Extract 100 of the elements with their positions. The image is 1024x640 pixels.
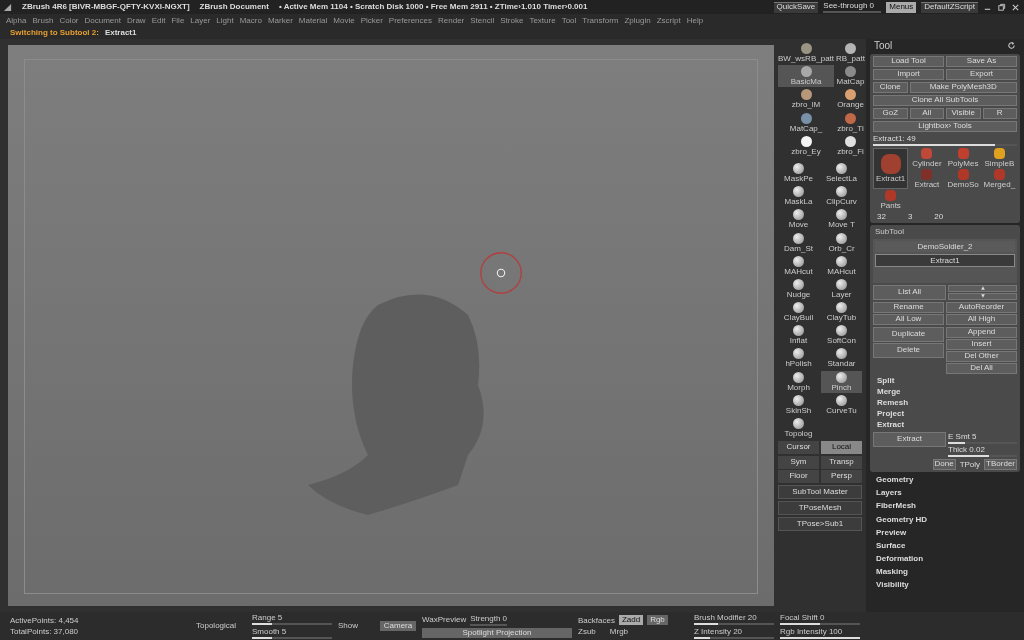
palette-button[interactable]: Export: [946, 68, 1017, 80]
menu-item[interactable]: Macro: [239, 15, 262, 26]
mesh-thumbnail[interactable]: Cylinder: [909, 147, 945, 168]
matcap-thumbnail[interactable]: BasicMa: [778, 65, 835, 88]
palette-button[interactable]: Make PolyMesh3D: [909, 81, 1017, 93]
sculpt-tool-thumbnail[interactable]: Morph: [778, 370, 819, 393]
subpalette-header[interactable]: Remesh: [873, 398, 1017, 408]
palette-button[interactable]: Import: [873, 68, 944, 80]
menus-toggle[interactable]: Menus: [886, 1, 917, 13]
subpalette-header[interactable]: Merge: [873, 386, 1017, 396]
subtool-item[interactable]: Extract1: [875, 253, 1015, 267]
rgb-button[interactable]: Rgb: [647, 615, 668, 626]
sculpt-tool-thumbnail[interactable]: Pinch: [821, 370, 862, 393]
sculpt-tool-thumbnail[interactable]: MaskLa: [778, 185, 819, 208]
subpalette-title[interactable]: Preview: [870, 526, 1020, 538]
subtool-side-button[interactable]: Del Other: [946, 350, 1017, 362]
slider-fill[interactable]: [694, 637, 710, 640]
sculpt-tool-thumbnail[interactable]: Inflat: [778, 324, 819, 347]
duplicate-button[interactable]: Duplicate: [873, 326, 944, 342]
sculpt-tool-thumbnail[interactable]: ClipCurv: [821, 185, 862, 208]
quicksave-button[interactable]: QuickSave: [773, 1, 819, 13]
matcap-thumbnail[interactable]: MatCap_: [778, 111, 835, 134]
subpalette-header[interactable]: Split: [873, 375, 1017, 385]
sculpt-tool-thumbnail[interactable]: Topolog: [778, 417, 819, 440]
menu-item[interactable]: Zplugin: [624, 15, 651, 26]
restore-icon[interactable]: [997, 2, 1006, 12]
subpalette-title[interactable]: Surface: [870, 539, 1020, 552]
e-smt-slider[interactable]: [948, 441, 966, 444]
sculpt-tool-thumbnail[interactable]: Standar: [821, 347, 862, 370]
subpalette-title[interactable]: Deformation: [870, 553, 1020, 565]
mesh-thumbnail[interactable]: SimpleB: [981, 147, 1017, 168]
palette-button[interactable]: GoZ: [873, 107, 908, 119]
subtool-action-button[interactable]: AutoReorder: [946, 301, 1017, 313]
shelf-button[interactable]: TPose>Sub1: [778, 517, 862, 532]
mesh-thumbnail[interactable]: PolyMes: [945, 147, 981, 168]
sculpt-tool-thumbnail[interactable]: Move: [778, 208, 819, 231]
menu-item[interactable]: Render: [438, 15, 465, 26]
view-button[interactable]: Floor: [778, 470, 819, 484]
menu-item[interactable]: Edit: [151, 15, 166, 26]
mesh-thumbnail[interactable]: Extract: [909, 168, 945, 190]
sculpt-tool-thumbnail[interactable]: MAHcut: [778, 254, 819, 277]
menu-item[interactable]: Stencil: [470, 15, 495, 26]
subpalette-header[interactable]: Extract: [873, 420, 1017, 430]
see-through-track[interactable]: [823, 11, 882, 14]
menu-item[interactable]: Stroke: [500, 15, 524, 26]
menu-item[interactable]: Color: [59, 15, 79, 26]
matcap-thumbnail[interactable]: BW_wsRB_patt: [778, 42, 835, 65]
menu-item[interactable]: Light: [216, 15, 234, 26]
palette-button[interactable]: Clone: [873, 81, 908, 93]
sculpt-tool-thumbnail[interactable]: SkinSh: [778, 393, 819, 416]
palette-button[interactable]: R: [982, 107, 1017, 119]
mesh-thumbnail[interactable]: Merged_: [981, 168, 1017, 190]
subpalette-title[interactable]: FiberMesh: [870, 500, 1020, 512]
sculpt-tool-thumbnail[interactable]: Nudge: [778, 277, 819, 301]
menu-item[interactable]: Movie: [333, 15, 355, 26]
matcap-thumbnail[interactable]: RB_patt: [836, 42, 865, 65]
menu-item[interactable]: Preferences: [388, 15, 432, 26]
menu-item[interactable]: File: [171, 15, 185, 26]
view-button[interactable]: Persp: [821, 470, 862, 484]
extract-button[interactable]: Extract: [873, 431, 946, 447]
sculpt-tool-thumbnail[interactable]: SelectLa: [821, 161, 862, 185]
menu-item[interactable]: Brush: [32, 15, 54, 26]
matcap-thumbnail[interactable]: zbro_Ey: [778, 134, 835, 157]
zadd-button[interactable]: Zadd: [618, 615, 644, 626]
mesh-thumbnail[interactable]: DemoSo: [945, 168, 981, 190]
sculpt-tool-thumbnail[interactable]: Dam_St: [778, 231, 819, 254]
palette-button[interactable]: Load Tool: [873, 55, 944, 67]
subpalette-title[interactable]: Masking: [870, 566, 1020, 578]
mrgb-button[interactable]: Mrgb: [609, 627, 629, 637]
subpalette-header[interactable]: Project: [873, 409, 1017, 419]
menu-item[interactable]: Help: [686, 15, 704, 26]
zsub-button[interactable]: Zsub: [578, 627, 596, 637]
sculpt-tool-thumbnail[interactable]: hPolish: [778, 347, 819, 370]
mesh-thumbnail[interactable]: Extract1: [873, 147, 909, 190]
sculpt-tool-thumbnail[interactable]: ClayTub: [821, 301, 862, 324]
spotlight-projection-button[interactable]: Spotlight Projection: [422, 628, 572, 639]
delete-button[interactable]: Delete: [873, 342, 944, 358]
view-button[interactable]: Transp: [821, 456, 862, 470]
subtool-item[interactable]: DemoSoldier_2: [875, 240, 1015, 252]
sculpt-tool-thumbnail[interactable]: Move T: [821, 208, 862, 231]
menu-item[interactable]: Document: [84, 15, 121, 26]
sculpt-tool-thumbnail[interactable]: ClayBuil: [778, 301, 819, 324]
sculpt-tool-thumbnail[interactable]: MAHcut: [821, 254, 862, 277]
list-all-button[interactable]: List All: [873, 284, 946, 300]
menu-item[interactable]: Marker: [267, 15, 293, 26]
slider-fill[interactable]: [780, 637, 860, 640]
matcap-thumbnail[interactable]: zbro_Ti: [836, 111, 865, 134]
mesh-slider[interactable]: [873, 143, 996, 146]
mesh-thumbnail[interactable]: Pants: [873, 190, 909, 211]
subtool-side-button[interactable]: Append: [946, 326, 1017, 338]
strength-track[interactable]: [470, 624, 508, 627]
close-icon[interactable]: [1011, 2, 1020, 12]
subtool-side-button[interactable]: Insert: [946, 338, 1017, 350]
camera-button[interactable]: Camera: [380, 621, 416, 631]
menu-item[interactable]: Layer: [190, 15, 211, 26]
palette-button[interactable]: Clone All SubTools: [873, 94, 1017, 106]
subpalette-title[interactable]: Layers: [870, 487, 1020, 499]
menu-item[interactable]: Transform: [582, 15, 619, 26]
palette-button[interactable]: Save As: [946, 55, 1017, 67]
shelf-button[interactable]: SubTool Master: [778, 485, 862, 500]
